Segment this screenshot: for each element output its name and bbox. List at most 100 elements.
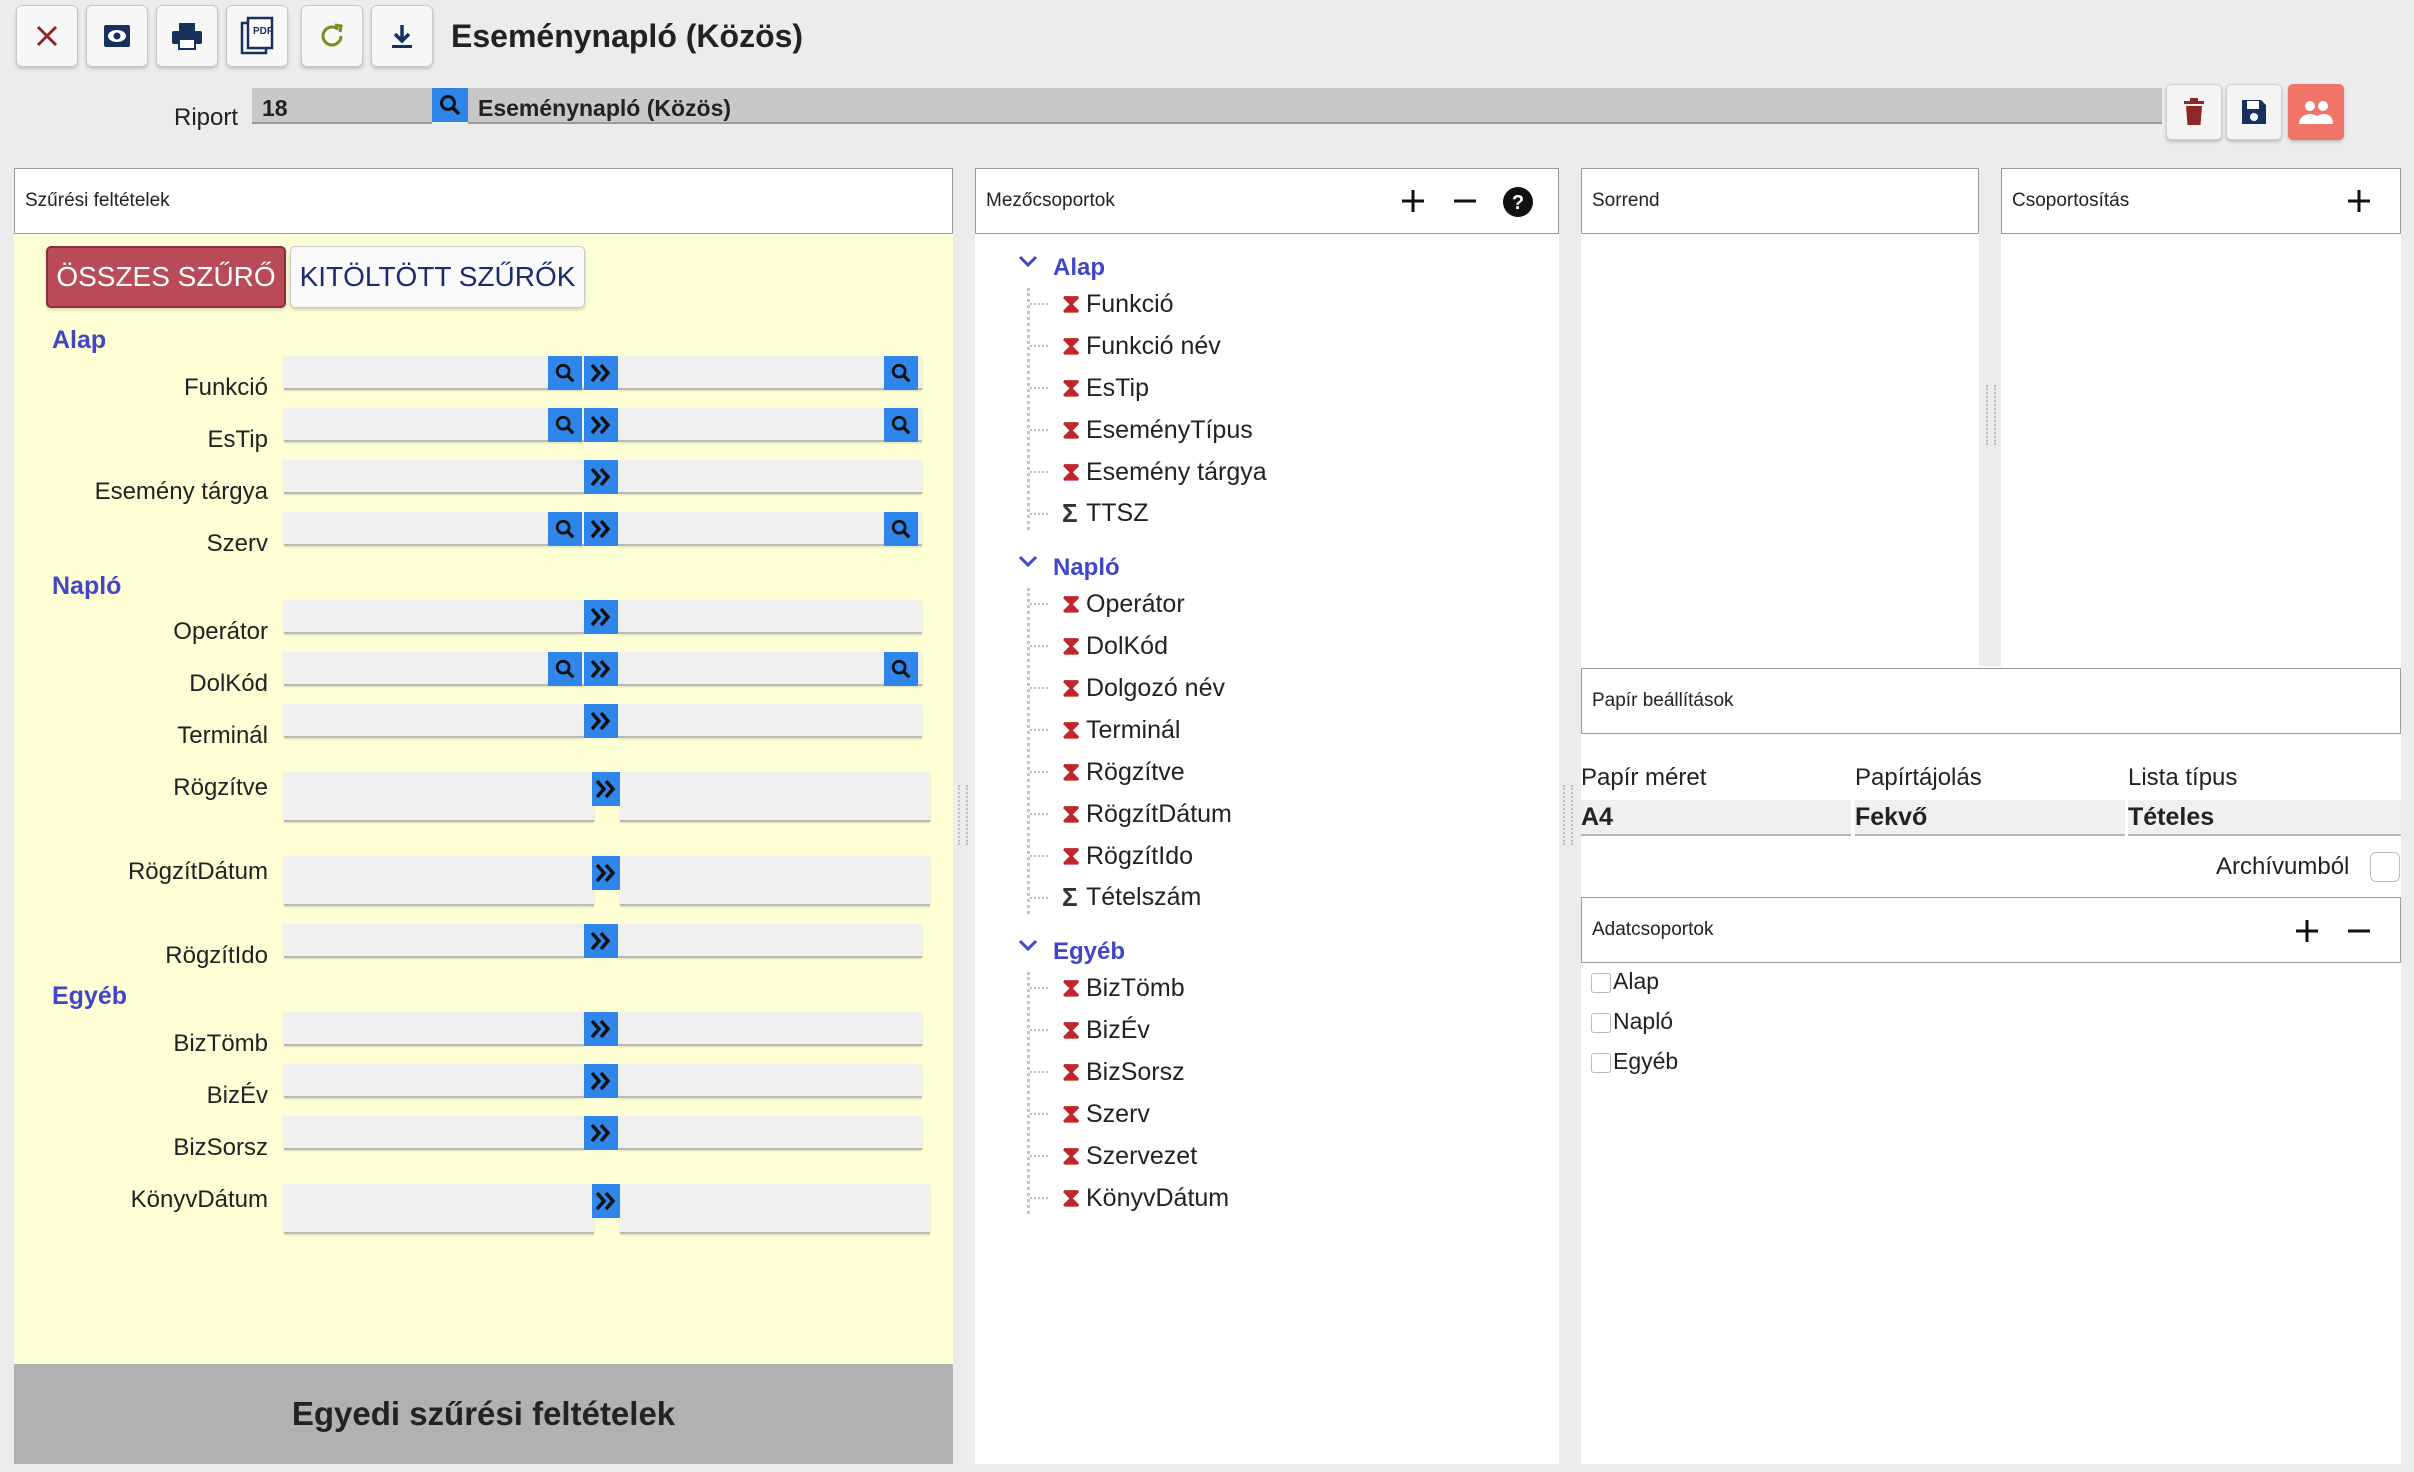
download-button[interactable] bbox=[371, 5, 433, 67]
filter-from-konyvdatum[interactable] bbox=[284, 1184, 594, 1234]
papir-tajolas-select[interactable]: Fekvő bbox=[1855, 800, 2125, 836]
filter-copy-button-konyvdatum[interactable] bbox=[592, 1184, 620, 1218]
filter-to-rogzitdatum[interactable] bbox=[620, 856, 930, 906]
tree-field-item[interactable]: ⧗ RögzítDátum bbox=[1030, 798, 1232, 830]
filter-copy-button-bizsorsz[interactable] bbox=[584, 1116, 618, 1150]
custom-filters-button[interactable]: Egyedi szűrési feltételek bbox=[14, 1364, 953, 1464]
tree-field-item[interactable]: ⧗ Dolgozó név bbox=[1030, 672, 1225, 704]
remove-data-group-button[interactable] bbox=[2344, 910, 2378, 950]
filter-from-bizev[interactable] bbox=[284, 1064, 584, 1098]
filter-copy-button-operator[interactable] bbox=[584, 600, 618, 634]
filter-to-bizsorsz[interactable] bbox=[618, 1116, 922, 1150]
filter-copy-button-terminal[interactable] bbox=[584, 704, 618, 738]
tree-field-item[interactable]: ⧗ Operátor bbox=[1030, 588, 1185, 620]
papir-meret-select[interactable]: A4 bbox=[1581, 800, 1851, 836]
panel-splitter-2[interactable] bbox=[1563, 785, 1573, 845]
refresh-button[interactable] bbox=[301, 5, 363, 67]
riport-id-field[interactable]: 18 bbox=[252, 88, 432, 124]
filter-copy-button-estip[interactable] bbox=[584, 408, 618, 442]
filter-copy-button-funkcio[interactable] bbox=[584, 356, 618, 390]
filter-copy-button-esemeny-targya[interactable] bbox=[584, 460, 618, 494]
riport-name-field[interactable]: Eseménynapló (Közös) bbox=[468, 88, 2162, 124]
lista-tipus-select[interactable]: Tételes bbox=[2128, 800, 2401, 836]
tree-field-item[interactable]: Σ Tételszám bbox=[1030, 882, 1201, 913]
users-button[interactable] bbox=[2288, 84, 2344, 140]
filter-copy-button-rogzitido[interactable] bbox=[584, 924, 618, 958]
archiv-checkbox[interactable] bbox=[2370, 852, 2400, 882]
filter-copy-button-dolkod[interactable] bbox=[584, 652, 618, 686]
tree-field-item[interactable]: ⧗ Funkció bbox=[1030, 288, 1174, 320]
tree-field-item[interactable]: ⧗ Szervezet bbox=[1030, 1140, 1197, 1172]
tree-toggle-1[interactable] bbox=[1018, 548, 1038, 574]
filter-to-rogzitve[interactable] bbox=[620, 772, 930, 822]
filter-to-konyvdatum[interactable] bbox=[620, 1184, 930, 1234]
filter-to-dolkod[interactable] bbox=[618, 652, 922, 686]
filter-search-from-szerv[interactable] bbox=[548, 512, 582, 546]
filter-search-to-estip[interactable] bbox=[884, 408, 918, 442]
print-button[interactable] bbox=[156, 5, 218, 67]
tree-toggle-2[interactable] bbox=[1018, 932, 1038, 958]
filter-to-terminal[interactable] bbox=[618, 704, 922, 738]
filter-from-funkcio[interactable] bbox=[284, 356, 584, 390]
close-button[interactable] bbox=[16, 5, 78, 67]
filter-from-operator[interactable] bbox=[284, 600, 584, 634]
filter-to-biztomb[interactable] bbox=[618, 1012, 922, 1046]
add-grouping-button[interactable] bbox=[2344, 180, 2378, 220]
filter-copy-button-biztomb[interactable] bbox=[584, 1012, 618, 1046]
tree-field-item[interactable]: ⧗ BizTömb bbox=[1030, 972, 1185, 1004]
tree-toggle-0[interactable] bbox=[1018, 248, 1038, 274]
tree-field-item[interactable]: ⧗ Esemény tárgya bbox=[1030, 456, 1267, 488]
remove-field-group-button[interactable] bbox=[1450, 180, 1484, 220]
filter-copy-button-rogzitdatum[interactable] bbox=[592, 856, 620, 890]
add-field-group-button[interactable] bbox=[1398, 180, 1432, 220]
tree-field-item[interactable]: ⧗ KönyvDátum bbox=[1030, 1182, 1229, 1214]
tree-group[interactable]: Egyéb bbox=[1053, 938, 1125, 966]
filter-from-rogzitve[interactable] bbox=[284, 772, 594, 822]
tree-field-item[interactable]: ⧗ Funkció név bbox=[1030, 330, 1221, 362]
tree-group[interactable]: Alap bbox=[1053, 254, 1105, 282]
filter-to-operator[interactable] bbox=[618, 600, 922, 634]
filter-search-to-szerv[interactable] bbox=[884, 512, 918, 546]
filter-from-rogzitdatum[interactable] bbox=[284, 856, 594, 906]
filter-to-bizev[interactable] bbox=[618, 1064, 922, 1098]
tab-filled-filters[interactable]: KITÖLTÖTT SZŰRŐK bbox=[290, 246, 585, 308]
data-group-checkbox-naplo[interactable] bbox=[1591, 1013, 1611, 1033]
filter-to-funkcio[interactable] bbox=[618, 356, 922, 390]
filter-from-rogzitido[interactable] bbox=[284, 924, 584, 958]
save-button[interactable] bbox=[2226, 84, 2282, 140]
filter-search-from-funkcio[interactable] bbox=[548, 356, 582, 390]
filter-search-to-funkcio[interactable] bbox=[884, 356, 918, 390]
tab-all-filters[interactable]: ÖSSZES SZŰRŐ bbox=[46, 246, 286, 308]
add-data-group-button[interactable] bbox=[2292, 910, 2326, 950]
tree-field-item[interactable]: ⧗ Terminál bbox=[1030, 714, 1180, 746]
filter-from-biztomb[interactable] bbox=[284, 1012, 584, 1046]
filter-from-bizsorsz[interactable] bbox=[284, 1116, 584, 1150]
tree-field-item[interactable]: ⧗ DolKód bbox=[1030, 630, 1168, 662]
tree-field-item[interactable]: ⧗ Szerv bbox=[1030, 1098, 1150, 1130]
tree-field-item[interactable]: ⧗ EsTip bbox=[1030, 372, 1149, 404]
panel-splitter[interactable] bbox=[958, 785, 968, 845]
pdf-button[interactable]: PDF bbox=[226, 5, 288, 67]
tree-group[interactable]: Napló bbox=[1053, 554, 1120, 582]
panel-splitter-3[interactable] bbox=[1986, 385, 1996, 445]
filter-search-from-estip[interactable] bbox=[548, 408, 582, 442]
filter-from-estip[interactable] bbox=[284, 408, 584, 442]
tree-field-item[interactable]: ⧗ BizÉv bbox=[1030, 1014, 1150, 1046]
filter-to-szerv[interactable] bbox=[618, 512, 922, 546]
filter-from-dolkod[interactable] bbox=[284, 652, 584, 686]
data-group-checkbox-alap[interactable] bbox=[1591, 973, 1611, 993]
filter-search-to-dolkod[interactable] bbox=[884, 652, 918, 686]
filter-copy-button-bizev[interactable] bbox=[584, 1064, 618, 1098]
tree-field-item[interactable]: ⧗ EseményTípus bbox=[1030, 414, 1253, 446]
filter-to-rogzitido[interactable] bbox=[618, 924, 922, 958]
help-button[interactable]: ? bbox=[1502, 186, 1534, 218]
filter-copy-button-rogzitve[interactable] bbox=[592, 772, 620, 806]
filter-copy-button-szerv[interactable] bbox=[584, 512, 618, 546]
tree-field-item[interactable]: ⧗ RögzítIdo bbox=[1030, 840, 1193, 872]
filter-to-esemeny-targya[interactable] bbox=[618, 460, 922, 494]
filter-search-from-dolkod[interactable] bbox=[548, 652, 582, 686]
filter-from-szerv[interactable] bbox=[284, 512, 584, 546]
delete-button[interactable] bbox=[2166, 84, 2222, 140]
tree-field-item[interactable]: ⧗ Rögzítve bbox=[1030, 756, 1185, 788]
filter-from-terminal[interactable] bbox=[284, 704, 584, 738]
